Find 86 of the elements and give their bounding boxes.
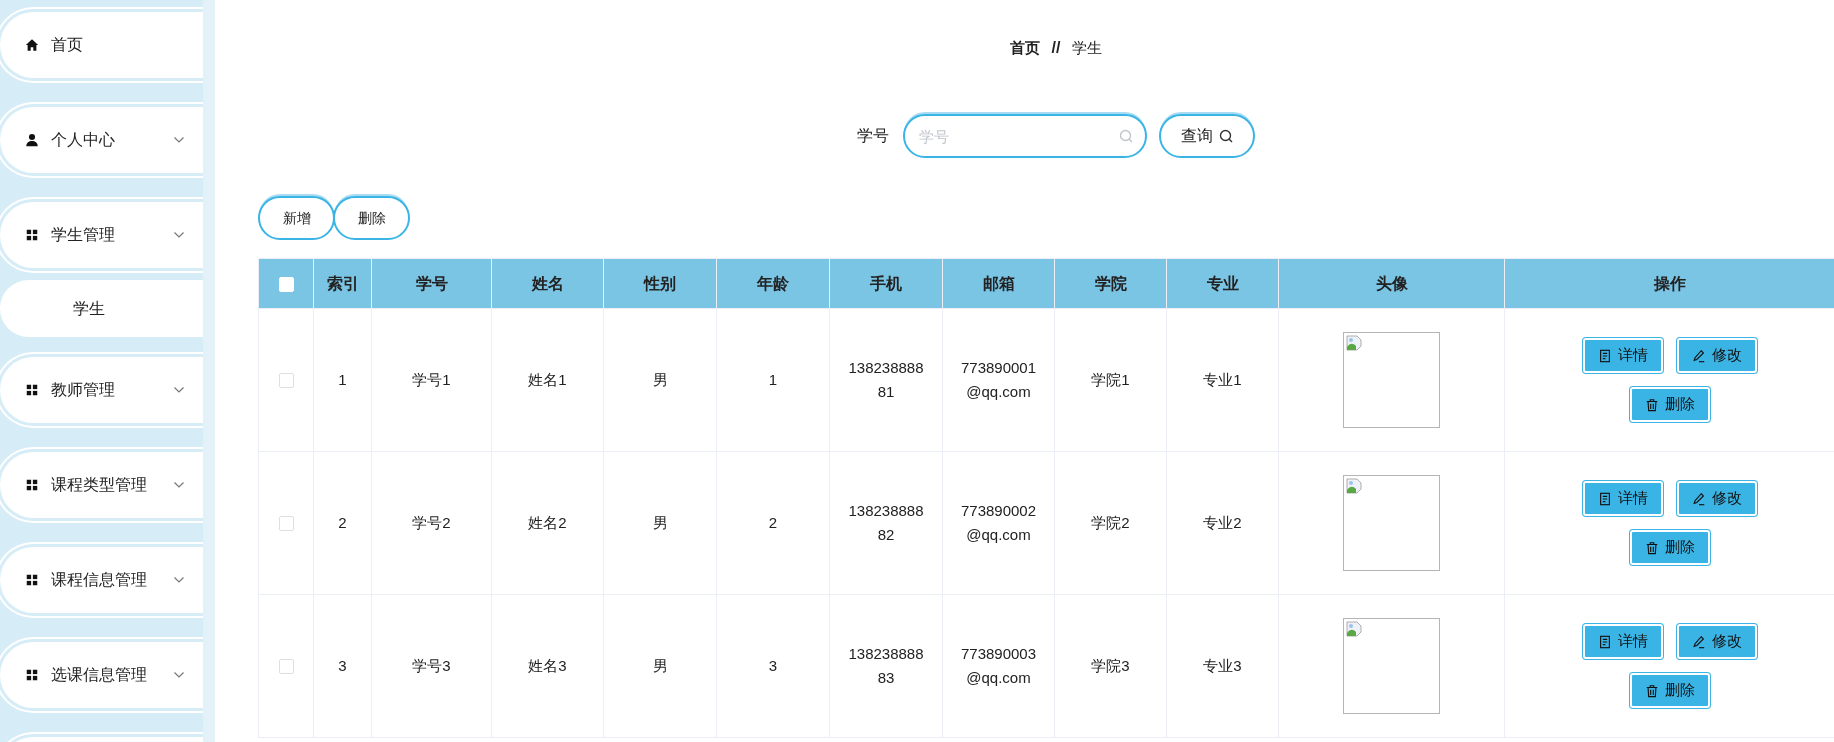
- column-header: 索引: [326, 274, 359, 292]
- grid-icon: [25, 228, 39, 242]
- document-icon: [1597, 348, 1612, 363]
- submenu-item[interactable]: 学生: [0, 280, 203, 337]
- table-cell-text: 学院1: [1091, 370, 1130, 390]
- chevron-down-icon: [173, 136, 185, 144]
- breadcrumb-separator: //: [1051, 38, 1061, 58]
- grid-icon: [25, 478, 39, 492]
- table-cell-text: 1: [338, 370, 347, 390]
- checkbox[interactable]: [278, 516, 294, 532]
- table-cell-text: 3: [338, 656, 347, 676]
- document-icon: [1597, 491, 1612, 506]
- chevron-down-icon: [173, 576, 185, 584]
- table-cell-text: 姓名1: [528, 370, 567, 390]
- column-header: 学号: [415, 274, 448, 292]
- broken-image-icon: [1346, 621, 1362, 637]
- table-cell-text: 男: [652, 513, 668, 533]
- delete-button[interactable]: 删除: [333, 196, 410, 240]
- column-header: 头像: [1375, 274, 1408, 292]
- breadcrumb-item[interactable]: 首页: [1009, 36, 1040, 60]
- table-cell-text: 学号1: [412, 370, 451, 390]
- table-cell-text: 2: [768, 513, 778, 533]
- pencil-icon: [1691, 348, 1706, 363]
- chevron-down-icon: [173, 231, 185, 239]
- column-header: 邮箱: [982, 274, 1015, 292]
- pencil-icon: [1691, 491, 1706, 506]
- table-cell-text: 男: [652, 656, 668, 676]
- grid-icon: [25, 383, 39, 397]
- grid-icon: [25, 573, 39, 587]
- column-header: 姓名: [531, 274, 564, 292]
- field-label: 学号: [857, 126, 889, 146]
- table-cell-text: 学号2: [412, 513, 451, 533]
- table-cell-text: 学院2: [1091, 513, 1130, 533]
- broken-image-icon: [1346, 335, 1362, 351]
- table-cell-text: 2: [338, 513, 347, 533]
- table-cell-text: 13823888882: [847, 501, 925, 545]
- table-cell-text: 专业3: [1203, 656, 1242, 676]
- home-icon: [25, 38, 39, 52]
- trash-icon: [1644, 540, 1659, 555]
- table-cell-text: 13823888883: [847, 644, 925, 688]
- search-button[interactable]: 查询: [1159, 114, 1255, 158]
- table-cell-text: 专业2: [1203, 513, 1242, 533]
- search-icon: [1119, 129, 1133, 143]
- column-header: 操作: [1653, 274, 1686, 292]
- document-icon: [1597, 634, 1612, 649]
- column-header: 手机: [870, 274, 902, 292]
- detail-button[interactable]: 详情: [1582, 481, 1663, 516]
- checkbox[interactable]: [278, 659, 294, 675]
- table-cell-text: 男: [652, 370, 668, 390]
- pencil-icon: [1691, 634, 1706, 649]
- broken-image-icon: [1346, 478, 1362, 494]
- table-cell-text: 姓名2: [528, 513, 567, 533]
- edit-button[interactable]: 修改: [1676, 338, 1757, 373]
- trash-icon: [1644, 683, 1659, 698]
- table-cell-text: 773890002@qq.com: [959, 501, 1038, 545]
- chevron-down-icon: [173, 671, 185, 679]
- table-cell-text: 13823888881: [847, 358, 925, 402]
- user-icon: [25, 133, 39, 147]
- add-button[interactable]: 新增: [258, 196, 335, 240]
- column-header: 专业: [1206, 274, 1239, 292]
- table-cell-text: 专业1: [1203, 370, 1242, 390]
- table-cell-text: 学号3: [412, 656, 451, 676]
- table-cell-text: 姓名3: [528, 656, 567, 676]
- grid-icon: [25, 668, 39, 682]
- table-cell-text: 1: [768, 370, 778, 390]
- table-cell-text: 773890001@qq.com: [959, 358, 1038, 402]
- table-cell-text: 773890003@qq.com: [959, 644, 1038, 688]
- table-cell-text: 学院3: [1091, 656, 1130, 676]
- chevron-down-icon: [173, 481, 185, 489]
- breadcrumb-item: 学生: [1072, 37, 1103, 58]
- trash-icon: [1644, 397, 1659, 412]
- detail-button[interactable]: 详情: [1582, 624, 1663, 659]
- delete-button[interactable]: 删除: [1629, 673, 1710, 708]
- search-icon: [1219, 129, 1233, 143]
- delete-button[interactable]: 删除: [1629, 530, 1710, 565]
- edit-button[interactable]: 修改: [1676, 624, 1757, 659]
- column-header: 性别: [644, 274, 676, 292]
- detail-button[interactable]: 详情: [1582, 338, 1663, 373]
- checkbox[interactable]: [278, 373, 294, 389]
- chevron-down-icon: [173, 386, 185, 394]
- edit-button[interactable]: 修改: [1676, 481, 1757, 516]
- table-cell-text: 3: [768, 656, 778, 676]
- column-header: 学院: [1094, 274, 1127, 292]
- delete-button[interactable]: 删除: [1629, 387, 1710, 422]
- search-field[interactable]: 学号: [903, 114, 1147, 158]
- column-header: 年龄: [757, 274, 789, 292]
